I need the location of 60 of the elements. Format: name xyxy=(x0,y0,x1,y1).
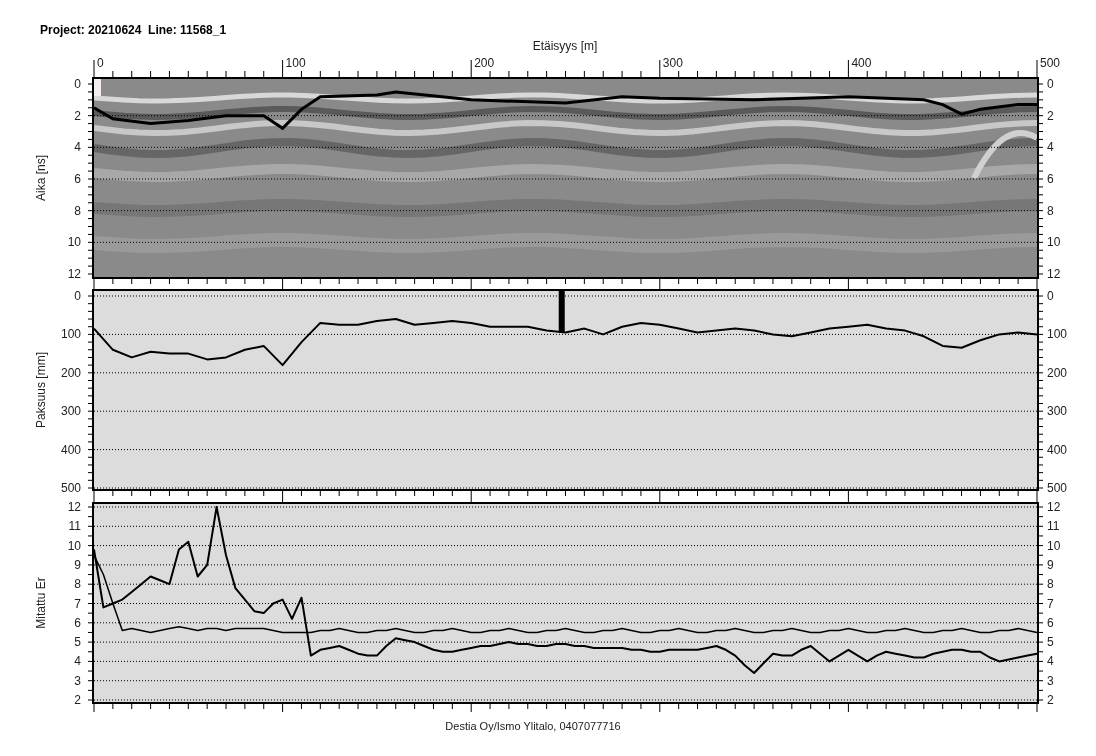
axis-tick-label: 8 xyxy=(74,577,81,592)
axis-tick-label: 6 xyxy=(1047,615,1054,630)
axis-tick-label: 11 xyxy=(68,519,81,534)
axis-title: Paksuus [mm] xyxy=(34,352,48,428)
axis-tick-label: 12 xyxy=(1047,267,1061,281)
axis-title: Aika [ns] xyxy=(34,155,48,201)
axis-tick-label: 500 xyxy=(1047,481,1068,495)
axis-tick-label: 10 xyxy=(1047,235,1061,250)
axis-tick-label: 400 xyxy=(60,442,81,457)
axis-tick-label: 200 xyxy=(1047,365,1068,380)
axis-tick-label: 300 xyxy=(662,56,683,70)
axis-tick-label: 300 xyxy=(1047,404,1068,419)
axis-tick-label: 3 xyxy=(74,673,81,688)
axis-tick-label: 100 xyxy=(1047,327,1068,342)
axis-title: Etäisyys [m] xyxy=(532,39,598,53)
axis-tick-label: 9 xyxy=(1047,557,1054,572)
project-title: Project: 20210624 Line: 11568_1 xyxy=(40,23,227,37)
axis-tick-label: 100 xyxy=(285,56,306,70)
axis-tick-label: 12 xyxy=(1047,500,1061,514)
axis-tick-label: 2 xyxy=(1047,693,1054,707)
axis-title: Mitattu Er xyxy=(34,577,48,629)
axis-tick-label: 2 xyxy=(74,693,81,707)
axis-tick-label: 5 xyxy=(74,635,81,650)
axis-tick-label: 4 xyxy=(1047,140,1054,155)
axis-tick-label: 100 xyxy=(60,327,81,342)
axis-tick-label: 8 xyxy=(1047,577,1054,592)
axis-tick-label: 500 xyxy=(60,481,81,495)
axis-tick-label: 11 xyxy=(1047,519,1060,534)
axis-tick-label: 9 xyxy=(74,557,81,572)
axis-tick-label: 4 xyxy=(1047,654,1054,669)
axis-tick-label: 0 xyxy=(97,56,104,70)
axis-tick-label: 10 xyxy=(1047,538,1061,553)
axis-tick-label: 2 xyxy=(1047,108,1054,123)
axis-tick-label: 6 xyxy=(74,615,81,630)
axis-tick-label: 7 xyxy=(74,596,81,611)
axis-tick-label: 3 xyxy=(1047,673,1054,688)
axis-tick-label: 6 xyxy=(1047,172,1054,186)
axis-tick-label: 10 xyxy=(67,538,81,553)
axis-tick-label: 12 xyxy=(67,267,81,281)
axis-tick-label: 0 xyxy=(74,77,81,91)
axis-tick-label: 12 xyxy=(67,500,81,514)
axis-tick-label: 7 xyxy=(1047,596,1054,611)
axis-tick-label: 6 xyxy=(74,172,81,186)
axis-tick-label: 8 xyxy=(1047,203,1054,218)
axis-tick-label: 400 xyxy=(1047,442,1068,457)
axis-tick-label: 400 xyxy=(851,56,872,70)
axis-tick-label: 0 xyxy=(74,289,81,303)
axis-tick-label: 4 xyxy=(74,140,81,155)
axis-tick-label: 200 xyxy=(474,56,495,70)
axis-tick-label: 5 xyxy=(1047,635,1054,650)
axis-tick-label: 2 xyxy=(74,108,81,123)
footer-credit: Destia Oy/Ismo Ylitalo, 0407077716 xyxy=(445,719,621,734)
axis-tick-label: 500 xyxy=(1040,56,1061,70)
axis-tick-label: 200 xyxy=(60,365,81,380)
axis-tick-label: 4 xyxy=(74,654,81,669)
axis-tick-label: 10 xyxy=(67,235,81,250)
axis-tick-label: 300 xyxy=(60,404,81,419)
axis-tick-label: 0 xyxy=(1047,77,1054,91)
axis-tick-label: 0 xyxy=(1047,289,1054,303)
axis-tick-label: 8 xyxy=(74,203,81,218)
